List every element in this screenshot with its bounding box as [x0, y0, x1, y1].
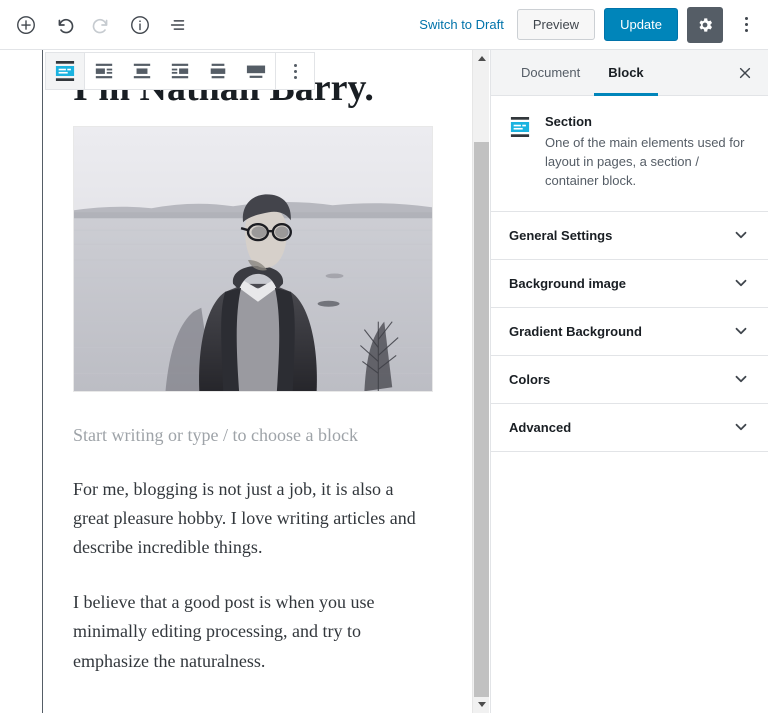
block-more-options-icon[interactable]	[276, 53, 314, 89]
section-glyph	[55, 61, 75, 81]
empty-block-placeholder[interactable]: Start writing or type / to choose a bloc…	[73, 422, 472, 449]
alignment-group	[85, 53, 275, 89]
block-card-title: Section	[545, 114, 592, 129]
feature-image[interactable]	[73, 125, 433, 392]
gear-icon[interactable]	[687, 6, 723, 43]
scroll-down-arrow-icon[interactable]	[473, 696, 490, 713]
tab-document[interactable]: Document	[507, 50, 594, 95]
top-bar-right-actions: Switch to Draft Preview Update	[415, 6, 768, 43]
panel-label: Gradient Background	[509, 323, 642, 339]
align-wide-icon[interactable]	[199, 53, 237, 89]
scroll-up-arrow-icon[interactable]	[473, 50, 490, 67]
block-info-card: Section One of the main elements used fo…	[491, 96, 768, 212]
post-content-area[interactable]: I'm Nathan Barry.	[43, 50, 472, 713]
chevron-down-icon	[732, 322, 750, 340]
section-block-icon	[509, 114, 531, 191]
redo-icon	[84, 7, 120, 43]
chevron-down-icon	[732, 418, 750, 436]
undo-icon[interactable]	[46, 7, 82, 43]
post-paragraph-1[interactable]: For me, blogging is not just a job, it i…	[73, 475, 423, 562]
ellipsis-dots	[293, 63, 297, 79]
block-card-text: Section One of the main elements used fo…	[545, 114, 750, 191]
block-toolbar	[45, 52, 315, 90]
canvas-scrollbar[interactable]	[472, 50, 489, 713]
panel-label: Colors	[509, 371, 551, 387]
chevron-down-icon	[732, 274, 750, 292]
section-block-icon[interactable]	[46, 53, 84, 89]
settings-sidebar: Document Block Section One of the main e…	[490, 50, 768, 713]
editor-top-bar: Switch to Draft Preview Update	[0, 0, 768, 50]
panel-label: General Settings	[509, 227, 613, 243]
add-block-icon[interactable]	[8, 7, 44, 43]
content-info-icon[interactable]	[122, 7, 158, 43]
scrollbar-thumb[interactable]	[474, 142, 489, 697]
align-center-icon[interactable]	[123, 53, 161, 89]
triangle-down	[477, 702, 486, 707]
panel-advanced[interactable]: Advanced	[491, 403, 768, 452]
panel-background-image[interactable]: Background image	[491, 259, 768, 308]
panel-gradient-background[interactable]: Gradient Background	[491, 307, 768, 356]
panel-label: Advanced	[509, 419, 572, 435]
lake-portrait-illustration	[74, 126, 432, 391]
block-navigation-icon[interactable]	[160, 7, 196, 43]
preview-button[interactable]: Preview	[516, 9, 596, 40]
align-left-icon[interactable]	[85, 53, 123, 89]
ellipsis-dots	[744, 17, 748, 32]
block-card-description: One of the main elements used for layout…	[545, 135, 745, 188]
block-type-group	[46, 53, 84, 89]
chevron-down-icon	[732, 370, 750, 388]
align-right-icon[interactable]	[161, 53, 199, 89]
top-bar-left-tools	[0, 7, 196, 43]
align-full-icon[interactable]	[237, 53, 275, 89]
panel-colors[interactable]: Colors	[491, 355, 768, 404]
post-paragraph-2[interactable]: I believe that a good post is when you u…	[73, 588, 423, 675]
close-icon[interactable]	[722, 50, 768, 95]
block-options-group	[276, 53, 314, 89]
switch-to-draft-button[interactable]: Switch to Draft	[415, 11, 508, 38]
section-glyph	[510, 117, 530, 137]
update-button[interactable]: Update	[604, 8, 678, 41]
vertical-ellipsis-icon[interactable]	[732, 7, 760, 43]
panel-label: Background image	[509, 275, 627, 291]
triangle-up	[477, 56, 486, 61]
tab-block[interactable]: Block	[594, 50, 659, 96]
sidebar-tab-bar: Document Block	[491, 50, 768, 96]
chevron-down-icon	[732, 226, 750, 244]
panel-general-settings[interactable]: General Settings	[491, 211, 768, 260]
editor-canvas: I'm Nathan Barry.	[0, 50, 490, 713]
